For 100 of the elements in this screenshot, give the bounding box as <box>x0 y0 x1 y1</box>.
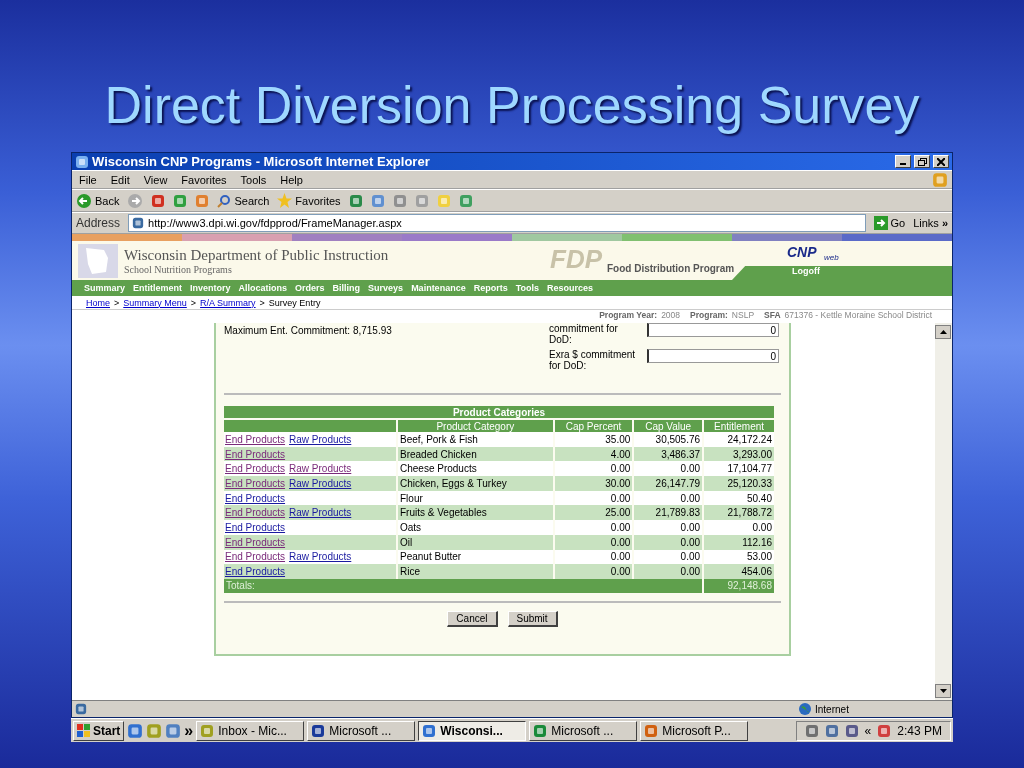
taskbar-button[interactable]: Microsoft P... <box>640 720 749 741</box>
breadcrumb-separator: > <box>114 297 120 308</box>
header-cell: Cap Percent <box>554 418 633 432</box>
close-icon <box>937 157 945 166</box>
go-arrow-icon <box>873 216 888 230</box>
input-field[interactable]: 0 <box>647 349 779 363</box>
header-cell: Entitlement <box>704 418 774 432</box>
products-link[interactable]: End Products <box>225 433 286 445</box>
window-title: Wisconsin CNP Programs - Microsoft Internet Explorer <box>92 154 431 169</box>
table-cell: 0.00 <box>704 520 774 535</box>
minimize-icon <box>900 163 906 165</box>
department-subtitle: School Nutrition Programs <box>124 263 233 275</box>
table-cell: 0.00 <box>554 564 633 579</box>
taskbar-button[interactable]: Microsoft ... <box>307 720 416 741</box>
table-cell: 0.00 <box>554 520 633 535</box>
table-cell: Chicken, Eggs & Turkey <box>398 476 553 491</box>
favorites-button[interactable]: Favorites <box>277 193 341 208</box>
go-button[interactable]: Go <box>873 216 906 230</box>
products-link[interactable]: Raw Products <box>289 507 352 519</box>
state-map-icon <box>78 243 118 278</box>
minimize-button[interactable] <box>895 155 911 168</box>
tray-chevron[interactable]: « <box>864 723 872 738</box>
products-link[interactable]: Raw Products <box>289 463 352 475</box>
table-cell: 0.00 <box>554 461 633 477</box>
zone-label: Internet <box>815 703 849 715</box>
table-cell: 0.00 <box>634 520 703 535</box>
products-link[interactable]: End Products <box>225 492 286 504</box>
submit-button[interactable]: Submit <box>507 610 558 627</box>
menu-item[interactable]: Help <box>277 173 306 186</box>
breadcrumb-current: Survey Entry <box>268 297 321 308</box>
table-cell: Rice <box>398 564 553 579</box>
products-link[interactable]: End Products <box>225 521 286 533</box>
restore-icon <box>917 157 927 166</box>
table-cell: 21,789.83 <box>634 505 703 521</box>
breadcrumb-link[interactable]: R/A Summary <box>200 297 256 308</box>
table-cell: 0.00 <box>634 461 703 477</box>
info-value: 671376 - Kettle Moraine School District <box>784 310 932 322</box>
scroll-up-button[interactable] <box>935 325 951 339</box>
search-button[interactable]: Search <box>217 193 270 208</box>
table-cell: 25.00 <box>554 505 633 521</box>
products-link[interactable]: End Products <box>225 536 286 548</box>
info-label: Program Year: <box>599 310 658 322</box>
input-field[interactable]: 0 <box>647 323 779 337</box>
products-link[interactable]: End Products <box>225 477 286 489</box>
table-cell: 454.06 <box>704 564 774 579</box>
products-link[interactable]: End Products <box>225 448 286 460</box>
breadcrumb-separator: > <box>190 297 197 308</box>
table-cell: Fruits & Vegetables <box>398 505 553 521</box>
quick-launch-chevron[interactable]: » <box>184 721 194 740</box>
restore-button[interactable] <box>914 155 930 168</box>
breadcrumb-link[interactable]: Home <box>86 297 110 308</box>
table-cell: 35.00 <box>554 432 633 447</box>
site-logo: CNP <box>787 244 817 260</box>
field-label: Exra $ commitment for DoD: <box>549 349 637 371</box>
down-triangle-icon <box>939 689 947 693</box>
taskbar-button[interactable]: Wisconsi... <box>418 720 527 741</box>
address-url: http://www3.dpi.wi.gov/fdpprod/FrameManager.aspx <box>148 217 402 229</box>
menu-item[interactable]: File <box>76 173 100 186</box>
table-cell: 17,104.77 <box>704 461 774 477</box>
table-cell: 24,172.24 <box>704 432 774 447</box>
products-link[interactable]: End Products <box>225 566 286 578</box>
program-logo: FDP <box>550 245 602 273</box>
menu-item[interactable]: Edit <box>107 173 133 186</box>
products-link[interactable]: End Products <box>225 507 286 519</box>
scrollbar[interactable] <box>935 323 952 700</box>
products-link[interactable]: Raw Products <box>289 433 352 445</box>
site-logo-sub: web <box>824 253 839 262</box>
slide-title: Direct Diversion Processing Survey <box>104 75 920 136</box>
table-cell: 26,147.79 <box>634 476 703 491</box>
table-cell: 25,120.33 <box>704 476 774 491</box>
products-link[interactable]: Raw Products <box>289 551 352 563</box>
menu-item[interactable]: Favorites <box>178 173 230 186</box>
info-label: Program: <box>690 310 728 322</box>
cancel-button[interactable]: Cancel <box>447 610 498 627</box>
links-button[interactable]: Links » <box>913 217 948 229</box>
close-button[interactable] <box>933 155 949 168</box>
address-label: Address <box>76 216 121 230</box>
taskbar-button[interactable]: Inbox - Mic... <box>196 720 305 741</box>
star-icon <box>277 193 293 208</box>
info-value: NSLP <box>731 310 755 322</box>
header-cell: Cap Value <box>634 418 703 432</box>
products-link[interactable]: Raw Products <box>289 477 352 489</box>
info-label: SFA <box>764 310 781 322</box>
menu-item[interactable]: View <box>140 173 171 186</box>
back-button[interactable]: Back <box>76 192 120 209</box>
scroll-down-button[interactable] <box>935 684 951 698</box>
field-label: commitment for DoD: <box>549 323 619 345</box>
table-cell: 30.00 <box>554 476 633 491</box>
search-icon <box>217 193 232 208</box>
products-link[interactable]: End Products <box>225 463 286 475</box>
breadcrumb-link[interactable]: Summary Menu <box>123 297 187 308</box>
up-triangle-icon <box>939 330 947 334</box>
start-button[interactable]: Start <box>73 720 125 741</box>
menu-item[interactable]: Tools <box>237 173 270 186</box>
address-field[interactable]: http://www3.dpi.wi.gov/fdpprod/FrameManager.aspx <box>128 214 866 232</box>
table-cell: 0.00 <box>634 564 703 579</box>
table-cell: 30,505.76 <box>634 432 703 447</box>
products-link[interactable]: End Products <box>225 551 286 563</box>
breadcrumb-separator: > <box>259 297 265 308</box>
taskbar-button[interactable]: Microsoft ... <box>529 720 638 741</box>
